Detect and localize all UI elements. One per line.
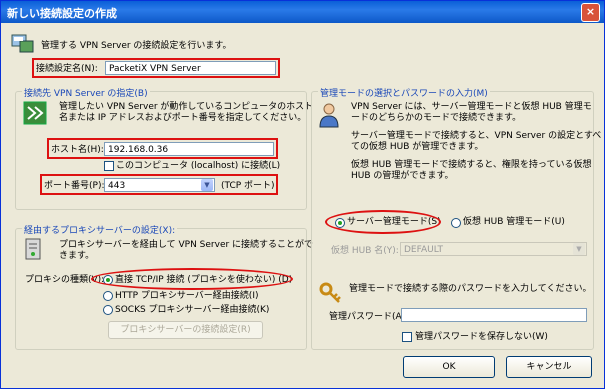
close-button[interactable]: ×: [581, 3, 600, 22]
cancel-button[interactable]: キャンセル: [506, 356, 592, 378]
proxy-settings-button[interactable]: プロキシサーバーの接続設定(R): [108, 321, 263, 339]
hub-name-select[interactable]: DEFAULT ▼: [400, 242, 587, 256]
window-title: 新しい接続設定の作成: [7, 7, 117, 20]
proxy-group-title: 経由するプロキシサーバーの設定(X):: [22, 223, 178, 236]
mode-desc-p1-line2: ードのどちらかのモードで接続できます。: [351, 113, 522, 123]
radio-socks-label: SOCKS プロキシサーバー経由接続(K): [115, 305, 270, 315]
save-password-label: 管理パスワードを保存しない(W): [415, 332, 548, 342]
highlight-connection-name: [32, 58, 280, 78]
localhost-label: このコンピュータ (localhost) に接続(L): [116, 161, 281, 171]
ok-button[interactable]: OK: [403, 356, 495, 378]
mode-group-title: 管理モードの選択とパスワードの入力(M): [318, 86, 490, 99]
intro-text: 管理する VPN Server の接続設定を行います。: [41, 41, 232, 51]
mode-desc-p2-line2: ての仮想 HUB が管理できます。: [351, 142, 484, 152]
vpn-server-icon: [11, 34, 34, 53]
radio-socks[interactable]: [103, 305, 113, 315]
mode-desc-p3-line1: 仮想 HUB 管理モードで接続すると、権限を持っている仮想: [351, 160, 592, 170]
mode-desc-p3-line2: HUB の管理ができます。: [351, 171, 454, 181]
highlight-host: [47, 138, 278, 159]
dialog-window: 新しい接続設定の作成 × 管理する VPN Server の接続設定を行います。…: [0, 0, 605, 389]
radio-http-label: HTTP プロキシサーバー経由接続(I): [115, 291, 259, 301]
chevron-down-icon: ▼: [573, 243, 585, 255]
key-icon: [319, 282, 341, 303]
password-label: 管理パスワード(A):: [329, 312, 409, 322]
radio-hub-admin[interactable]: [451, 218, 461, 228]
hub-name-value: DEFAULT: [404, 245, 443, 255]
title-bar[interactable]: 新しい接続設定の作成 ×: [1, 1, 604, 23]
password-intro: 管理モードで接続する際のパスワードを入力してください。: [349, 284, 592, 294]
server-icon: [23, 101, 47, 125]
radio-hub-admin-label: 仮想 HUB 管理モード(U): [463, 217, 565, 227]
mode-desc-p2-line1: サーバー管理モードで接続すると、VPN Server の設定とすべ: [351, 131, 602, 141]
dest-group-title: 接続先 VPN Server の指定(B): [22, 86, 150, 99]
dest-desc-line1: 管理したい VPN Server が動作しているコンピュータのホスト: [59, 102, 314, 112]
highlight-server-admin: [325, 210, 441, 234]
hub-name-label: 仮想 HUB 名(Y):: [331, 246, 399, 256]
proxy-desc-line1: プロキシサーバーを経由して VPN Server に接続することがで: [59, 240, 314, 250]
highlight-port: [40, 174, 278, 195]
password-input[interactable]: [401, 308, 587, 322]
highlight-direct: [91, 268, 293, 290]
proxy-server-icon: [25, 238, 41, 260]
localhost-checkbox[interactable]: [104, 161, 114, 171]
radio-http[interactable]: [103, 291, 113, 301]
dest-desc-line2: 名または IP アドレスおよびポート番号を指定してください。: [59, 113, 307, 123]
save-password-checkbox[interactable]: [402, 332, 412, 342]
proxy-desc-line2: きます。: [59, 251, 95, 261]
mode-desc-p1-line1: VPN Server には、サーバー管理モードと仮想 HUB 管理モ: [351, 102, 592, 112]
admin-user-icon: [319, 103, 339, 128]
